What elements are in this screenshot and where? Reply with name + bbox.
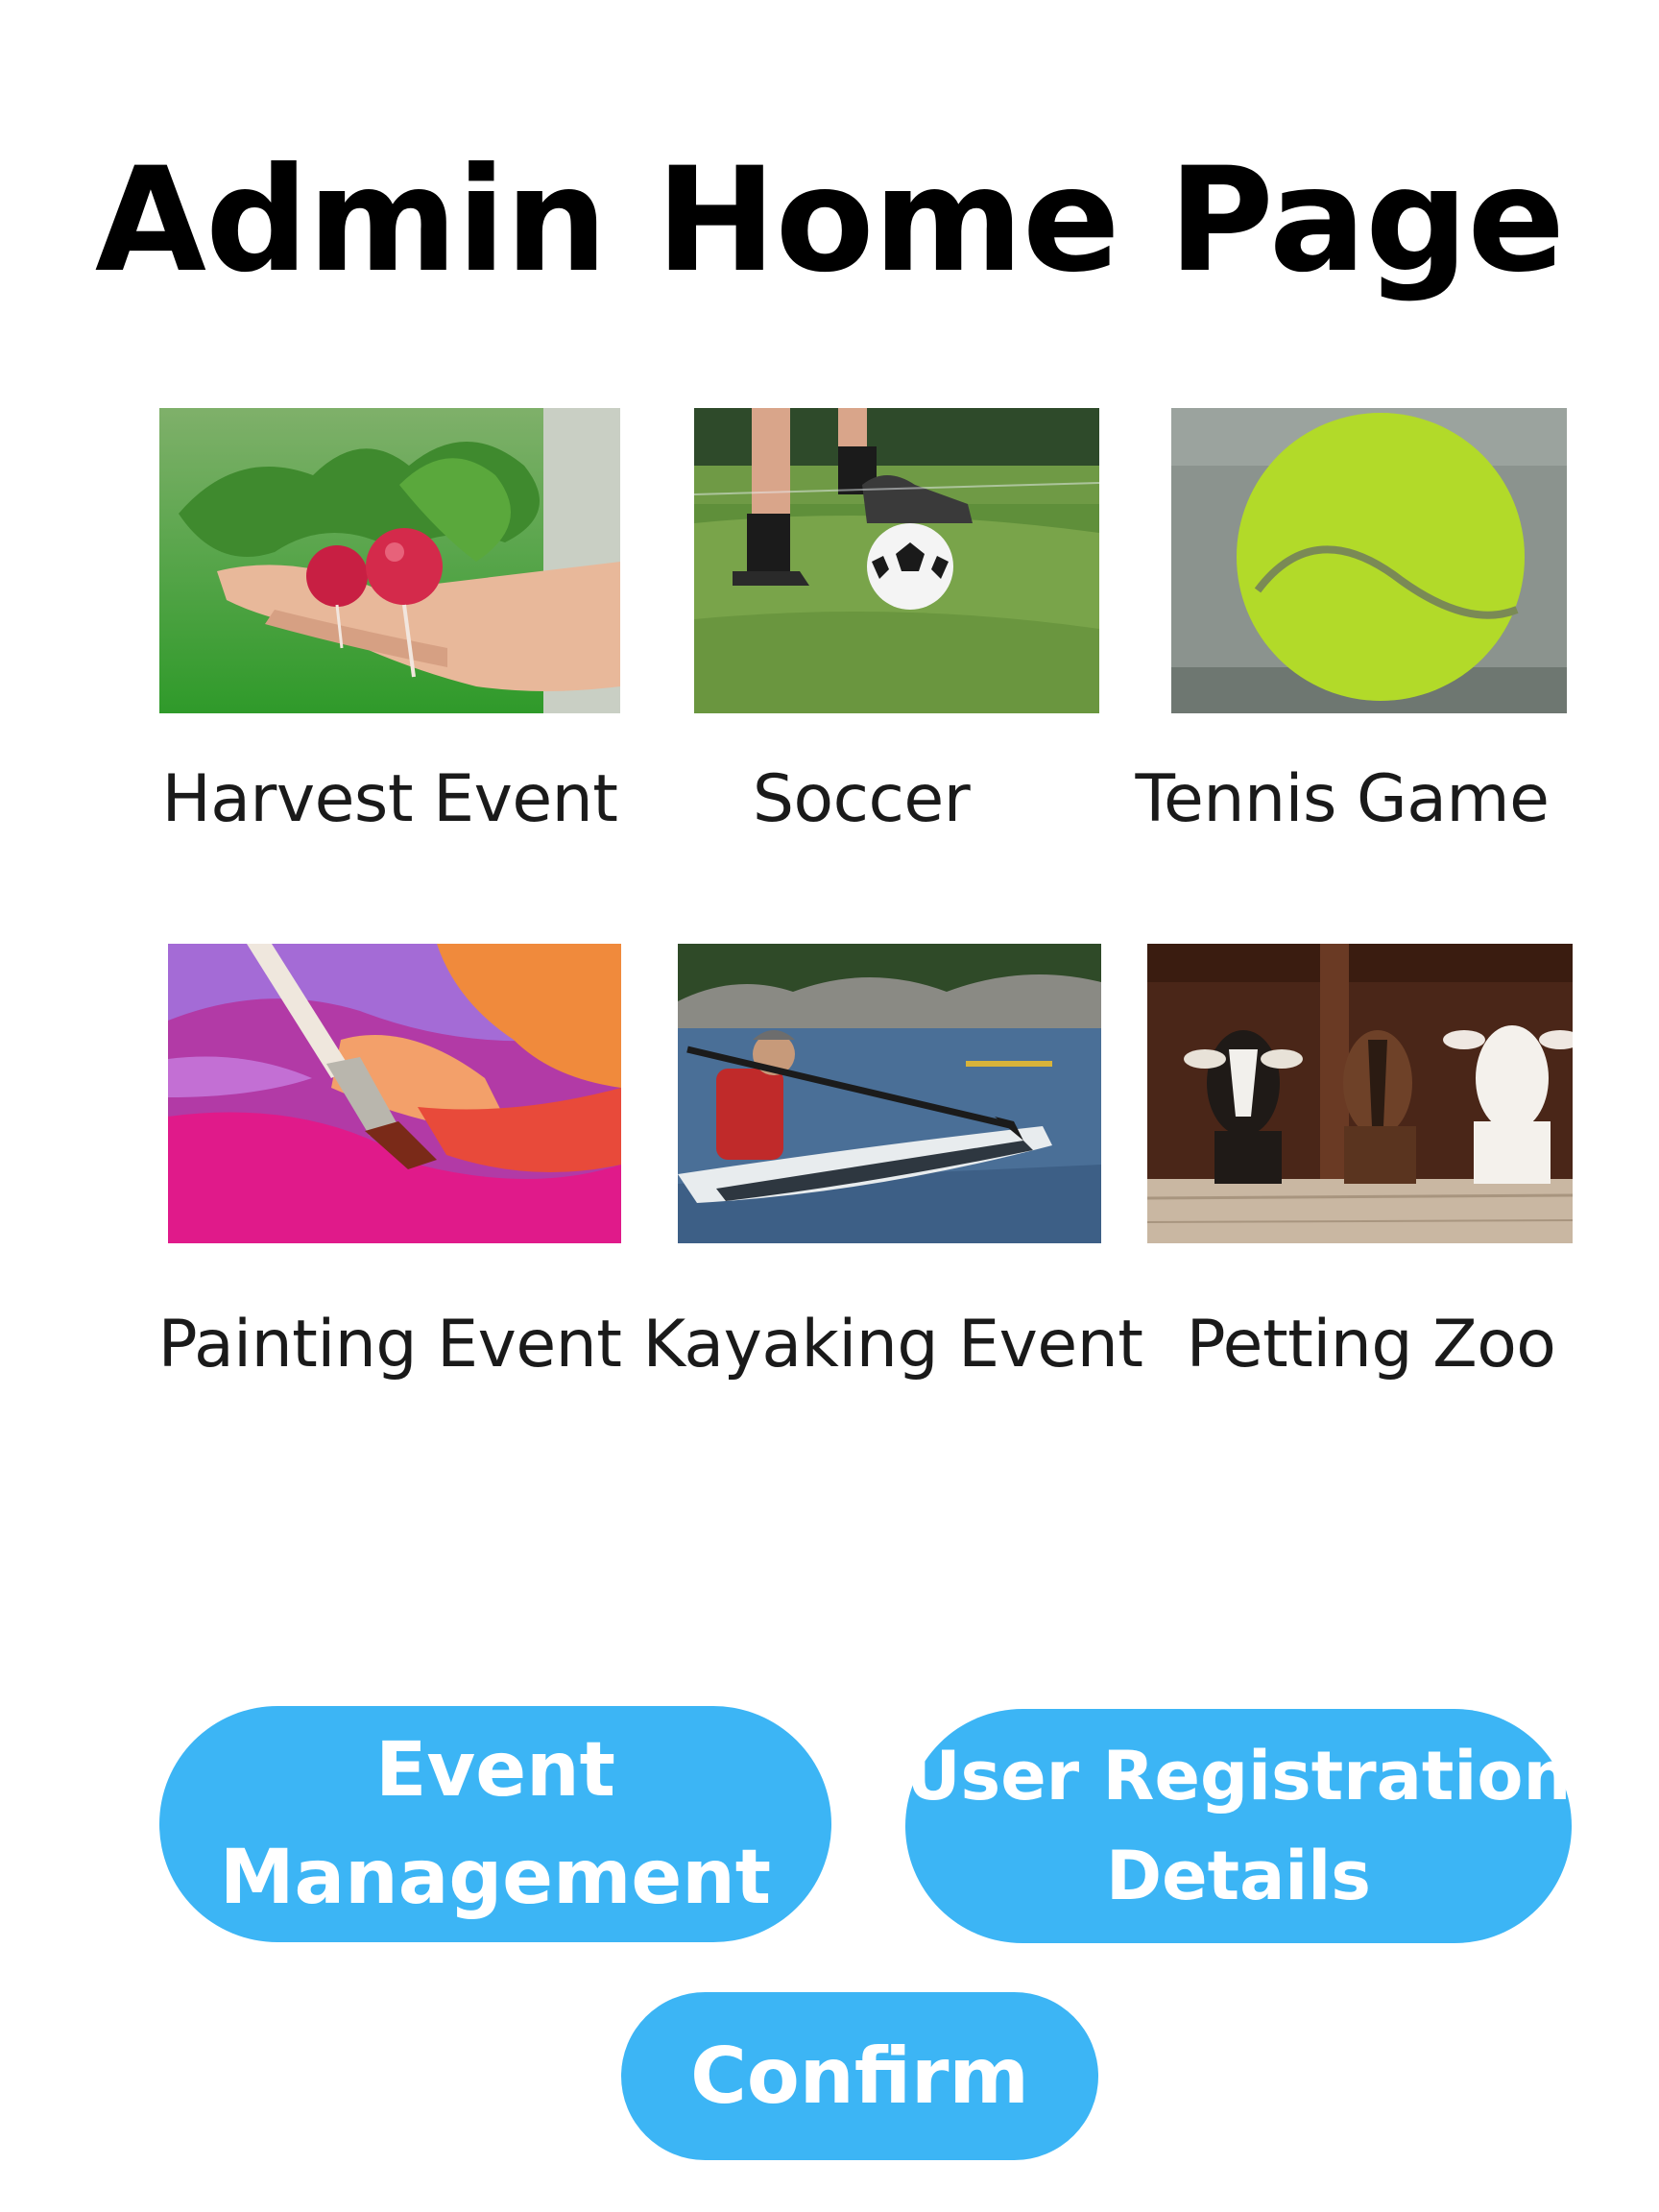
confirm-label: Confirm: [690, 2031, 1029, 2121]
event-management-button[interactable]: Event Management: [159, 1706, 831, 1942]
page-title: Admin Home Page: [94, 137, 1565, 304]
confirm-button[interactable]: Confirm: [621, 1992, 1098, 2160]
event-management-label-line2: Management: [219, 1835, 772, 1921]
soccer-label: Soccer: [752, 761, 971, 837]
tennis-game-image[interactable]: [1171, 408, 1567, 713]
user-registration-details-button[interactable]: User Registration Details: [905, 1709, 1572, 1943]
user-registration-label-line1: User Registration: [905, 1737, 1572, 1815]
kayaking-event-label: Kayaking Event: [642, 1307, 1143, 1382]
harvest-event-label: Harvest Event: [161, 761, 618, 837]
user-registration-label-line2: Details: [1106, 1837, 1371, 1915]
painting-event-label: Painting Event: [157, 1307, 622, 1382]
tennis-game-label: Tennis Game: [1135, 761, 1550, 837]
harvest-event-image[interactable]: [159, 408, 620, 713]
petting-zoo-image[interactable]: [1147, 944, 1573, 1243]
soccer-image[interactable]: [694, 408, 1099, 713]
event-management-label-line1: Event: [375, 1727, 615, 1814]
petting-zoo-label: Petting Zoo: [1186, 1307, 1556, 1382]
painting-event-image[interactable]: [168, 944, 621, 1243]
kayaking-event-image[interactable]: [678, 944, 1101, 1243]
